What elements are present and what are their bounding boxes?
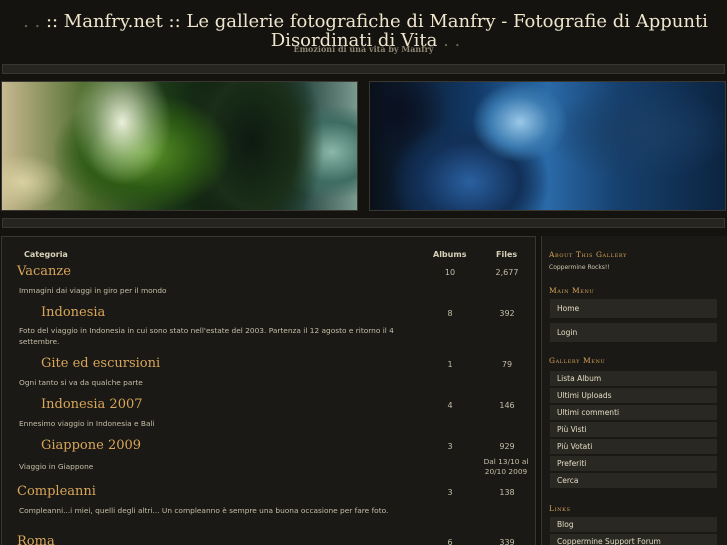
gallery-menu-heading: Gallery Menu <box>549 356 606 365</box>
divider-bar-top <box>2 64 725 74</box>
about-text: Coppermine Rocks!! <box>549 264 610 271</box>
category-description: Ogni tanto si va da qualche parte <box>19 378 143 387</box>
category-description: Foto del viaggio in Indonesia in cui son… <box>19 326 394 346</box>
category-description: Compleanni...i miei, quelli degli altri.… <box>19 506 389 515</box>
title-dots: . . <box>23 11 46 32</box>
file-count: 2,677 <box>495 268 519 277</box>
link-blog[interactable]: Blog <box>550 517 717 533</box>
category-table: Categoria Albums Files Vacanze 10 2,677 … <box>1 236 536 545</box>
menu-item-ultimi-commenti[interactable]: Ultimi commenti <box>550 405 717 421</box>
album-count: 4 <box>447 401 453 410</box>
menu-item-piu-visti[interactable]: Più Visti <box>550 422 717 438</box>
menu-item-piu-votati[interactable]: Più Votati <box>550 439 717 455</box>
category-description: Viaggio in Giappone <box>19 462 94 471</box>
about-heading: About This Gallery <box>549 250 627 259</box>
divider-bar-bottom <box>2 218 725 228</box>
menu-item-login[interactable]: Login <box>550 323 717 343</box>
file-date-note: Dal 13/10 al 20/10 2009 <box>483 457 529 476</box>
menu-item-cerca[interactable]: Cerca <box>550 473 717 489</box>
album-count: 1 <box>447 360 453 369</box>
main-menu-heading: Main Menu <box>549 286 595 295</box>
album-count: 8 <box>447 309 453 318</box>
file-count: 929 <box>499 442 515 451</box>
file-count: 79 <box>501 360 513 369</box>
category-description: Ennesimo viaggio in Indonesia e Bali <box>19 419 155 428</box>
album-count: 10 <box>444 268 456 277</box>
menu-item-ultimi-uploads[interactable]: Ultimi Uploads <box>550 388 717 404</box>
links-heading: Links <box>549 504 571 513</box>
category-link[interactable]: Indonesia <box>41 305 105 320</box>
album-count: 3 <box>447 488 453 497</box>
file-count: 392 <box>499 309 515 318</box>
link-coppermine-forum[interactable]: Coppermine Support Forum <box>550 534 717 545</box>
category-link[interactable]: Compleanni <box>17 484 96 499</box>
header-files: Files <box>496 250 518 259</box>
file-count: 339 <box>499 538 515 545</box>
category-link[interactable]: Roma <box>17 534 55 545</box>
banner-image-green <box>1 81 358 211</box>
header-category: Categoria <box>24 250 68 259</box>
site-header: . . :: Manfry.net :: Le gallerie fotogra… <box>0 0 727 60</box>
menu-item-preferiti[interactable]: Preferiti <box>550 456 717 472</box>
menu-item-home[interactable]: Home <box>550 299 717 319</box>
file-count: 138 <box>499 488 515 497</box>
site-subtitle: Emozioni di una vita by Manfry <box>293 44 434 54</box>
album-count: 3 <box>447 442 453 451</box>
category-link[interactable]: Indonesia 2007 <box>41 397 143 412</box>
header-albums: Albums <box>433 250 467 259</box>
category-link[interactable]: Giappone 2009 <box>41 438 141 453</box>
sidebar: About This Gallery Coppermine Rocks!! Ma… <box>541 236 727 545</box>
banner-image-blue <box>369 81 726 211</box>
file-count: 146 <box>499 401 515 410</box>
album-count: 6 <box>447 538 453 545</box>
category-link[interactable]: Gite ed escursioni <box>41 356 160 371</box>
category-description: Immagini dai viaggi in giro per il mondo <box>19 286 167 295</box>
menu-item-lista-album[interactable]: Lista Album <box>550 371 717 387</box>
category-link[interactable]: Vacanze <box>17 264 71 279</box>
